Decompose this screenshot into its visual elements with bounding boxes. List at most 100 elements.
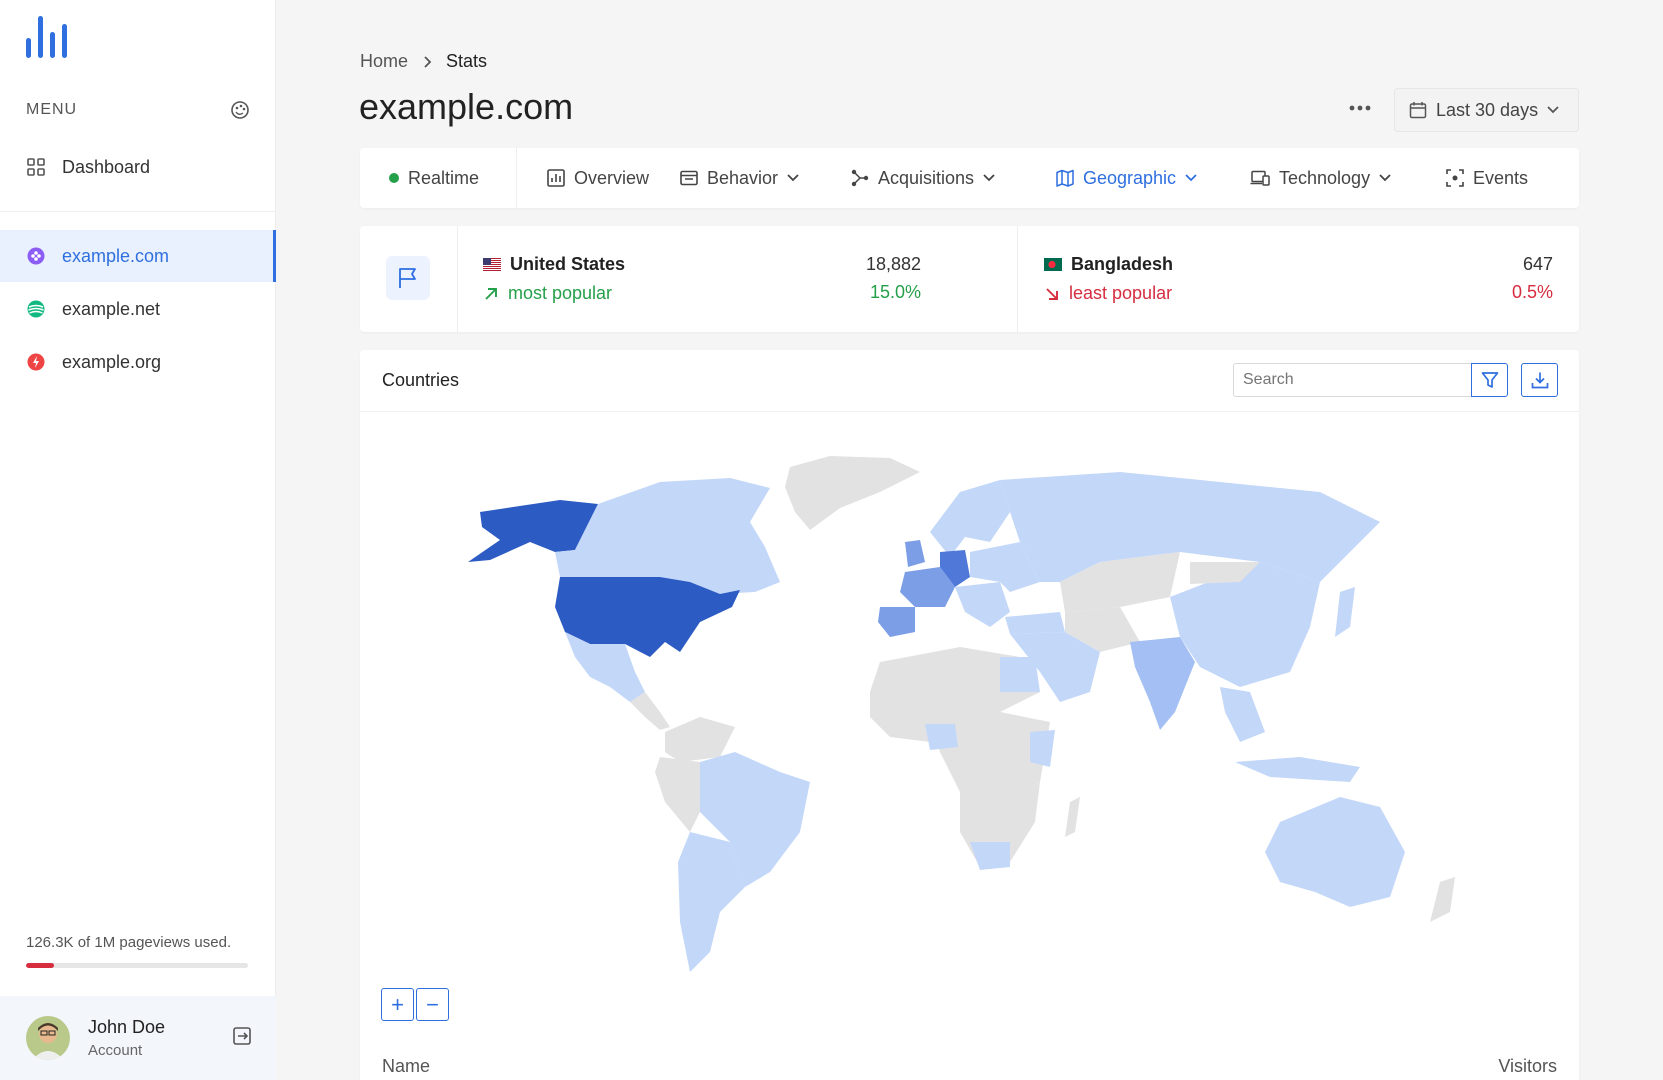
breadcrumb: Home Stats: [360, 51, 487, 72]
calendar-icon: [1409, 102, 1427, 119]
divider: [457, 226, 458, 332]
usage-progress-bar: [26, 963, 248, 968]
palette-icon[interactable]: [230, 100, 250, 120]
tab-label: Acquisitions: [878, 167, 975, 188]
countries-title: Countries: [382, 370, 460, 390]
countries-card: Countries Search + − Name Visitors: [360, 350, 1579, 1080]
map-region-new-zealand: [1430, 877, 1455, 922]
tab-label: Behavior: [707, 167, 779, 188]
tab-behavior[interactable]: Behavior: [680, 148, 851, 208]
column-header-visitors[interactable]: Visitors: [1498, 1056, 1557, 1077]
map-region-scandinavia: [930, 480, 1010, 557]
least-popular-name: Bangladesh: [1071, 254, 1174, 274]
sidebar-item-example-com[interactable]: example.com: [0, 230, 276, 282]
sidebar-item-label: Dashboard: [62, 156, 151, 177]
least-popular-label: least popular: [1069, 283, 1173, 303]
most-popular-name: United States: [510, 254, 626, 274]
chart-icon: [547, 169, 565, 187]
popular-countries-card: United States most popular 18,882 15.0% …: [360, 226, 1579, 332]
map-region-nigeria: [925, 724, 958, 750]
map-region-madagascar: [1065, 797, 1080, 837]
status-dot-icon: [389, 173, 399, 183]
download-icon: [1531, 372, 1548, 389]
map-region-uk: [905, 540, 925, 567]
search-input[interactable]: [1233, 363, 1471, 397]
map-region-australia: [1265, 797, 1405, 907]
menu-title: MENU: [26, 101, 78, 118]
most-popular-label: most popular: [508, 283, 613, 303]
least-popular-value: 647: [1522, 254, 1553, 274]
map-region-spain: [878, 607, 915, 637]
flag-icon-box: [386, 256, 430, 300]
map-region-south-africa: [970, 842, 1010, 870]
tab-geographic[interactable]: Geographic: [1056, 148, 1250, 208]
tab-acquisitions[interactable]: Acquisitions: [851, 148, 1056, 208]
account-panel[interactable]: John Doe Account: [0, 996, 276, 1080]
divider: [0, 211, 276, 212]
column-header-name[interactable]: Name: [382, 1056, 430, 1077]
arrow-up-right-icon: [485, 287, 497, 300]
date-range-dropdown[interactable]: Last 30 days: [1394, 88, 1579, 132]
map-region-kenya: [1030, 730, 1055, 767]
stats-tabs: Realtime Overview Behavior Acquisitions …: [360, 148, 1579, 208]
map-region-greenland: [785, 456, 920, 530]
tab-label: Overview: [574, 167, 650, 188]
tab-events[interactable]: Events: [1446, 148, 1528, 208]
usage-text: 126.3K of 1M pageviews used.: [26, 934, 232, 951]
chevron-down-icon: [983, 174, 995, 182]
avatar[interactable]: [26, 1016, 70, 1060]
account-name: John Doe: [88, 1017, 166, 1037]
least-popular-percent: 0.5%: [1511, 282, 1553, 302]
site-favicon-icon: [26, 246, 46, 266]
map-region-italy-balkans: [955, 582, 1010, 627]
tab-realtime[interactable]: Realtime: [360, 148, 516, 208]
focus-icon: [1446, 169, 1464, 187]
sidebar-item-dashboard[interactable]: Dashboard: [0, 141, 276, 193]
chevron-down-icon: [1547, 106, 1559, 114]
map-region-canada: [555, 478, 780, 594]
chevron-down-icon: [787, 174, 799, 182]
account-subtitle: Account: [88, 1042, 143, 1059]
arrow-down-right-icon: [1046, 287, 1058, 300]
tab-technology[interactable]: Technology: [1250, 148, 1446, 208]
usage-progress-fill: [26, 963, 54, 968]
map-icon: [1056, 169, 1074, 187]
logo-icon[interactable]: [26, 16, 74, 62]
logout-icon[interactable]: [232, 1026, 252, 1046]
tab-overview[interactable]: Overview: [517, 148, 680, 208]
zoom-out-button[interactable]: −: [416, 988, 449, 1021]
most-popular-country: United States most popular: [483, 254, 625, 304]
map-region-egypt: [1000, 657, 1040, 692]
browser-icon: [680, 170, 698, 186]
tab-label: Technology: [1279, 167, 1371, 188]
ellipsis-icon: [1349, 105, 1371, 111]
chevron-down-icon: [1379, 174, 1391, 182]
download-button[interactable]: [1521, 363, 1558, 397]
sidebar-item-example-net[interactable]: example.net: [0, 283, 276, 335]
world-map[interactable]: [360, 412, 1579, 972]
filter-icon: [1481, 372, 1498, 388]
site-favicon-icon: [26, 352, 46, 372]
most-popular-percent: 15.0%: [869, 282, 921, 302]
bangladesh-flag-icon: [1044, 258, 1062, 271]
grid-icon: [26, 157, 46, 177]
sidebar: MENU Dashboard example.com example.net e…: [0, 0, 276, 1080]
filter-button[interactable]: [1471, 363, 1508, 397]
map-region-peru-bolivia: [655, 757, 700, 832]
us-flag-icon: [483, 258, 501, 271]
tab-label: Realtime: [408, 167, 480, 188]
menu-header: MENU: [26, 100, 250, 120]
chevron-down-icon: [1185, 174, 1197, 182]
sidebar-item-label: example.com: [62, 245, 170, 266]
sidebar-item-label: example.net: [62, 298, 161, 319]
map-region-india: [1130, 637, 1195, 730]
flag-icon: [399, 268, 416, 288]
devices-icon: [1250, 170, 1270, 186]
sidebar-item-label: example.org: [62, 351, 162, 372]
map-region-japan: [1335, 587, 1355, 637]
sidebar-item-example-org[interactable]: example.org: [0, 336, 276, 388]
breadcrumb-home[interactable]: Home: [360, 51, 408, 72]
site-favicon-icon: [26, 299, 46, 319]
more-options-button[interactable]: [1338, 96, 1382, 120]
zoom-in-button[interactable]: +: [381, 988, 414, 1021]
